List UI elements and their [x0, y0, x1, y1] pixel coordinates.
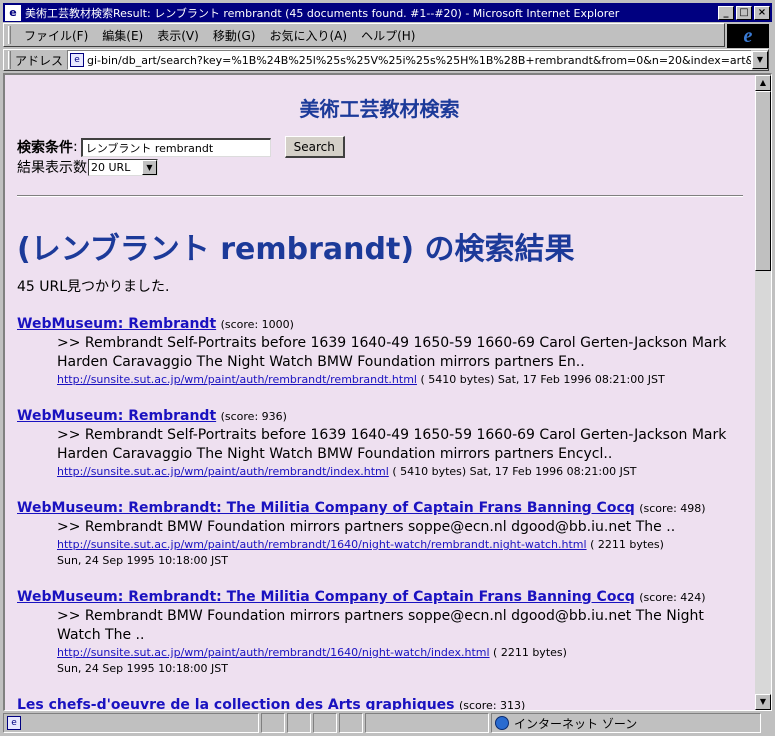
window-title: 美術工芸教材検索Result: レンブラント rembrandt (45 doc…: [25, 6, 620, 20]
page-body: 美術工芸教材検索 検索条件: Search 結果表示数 20 URL ▼ (レン…: [5, 75, 754, 710]
globe-icon: [495, 716, 509, 730]
menu-file[interactable]: ファイル(F): [17, 25, 95, 46]
ie-throbber-logo: e: [727, 24, 769, 48]
result-item: Les chefs-d'oeuvre de la collection des …: [17, 697, 742, 710]
result-title-link[interactable]: WebMuseum: Rembrandt: [17, 408, 216, 424]
result-url-link[interactable]: http://sunsite.sut.ac.jp/wm/paint/auth/r…: [57, 465, 389, 478]
result-date: Sun, 24 Sep 1995 10:18:00 JST: [57, 554, 228, 567]
result-item: WebMuseum: Rembrandt (score: 1000) >> Re…: [17, 316, 742, 388]
result-date: Sun, 24 Sep 1995 10:18:00 JST: [57, 662, 228, 675]
site-title: 美術工芸教材検索: [299, 97, 460, 121]
search-form: 検索条件: Search: [17, 136, 742, 158]
result-score: (score: 498): [639, 502, 706, 515]
result-title-link[interactable]: WebMuseum: Rembrandt: [17, 316, 216, 332]
divider: [17, 195, 743, 197]
result-url-link[interactable]: http://sunsite.sut.ac.jp/wm/paint/auth/r…: [57, 646, 490, 659]
page-icon: e: [70, 53, 85, 67]
result-score: (score: 936): [220, 410, 287, 423]
result-snippet: >> Rembrandt Self-Portraits before 1639 …: [57, 335, 727, 370]
address-dropdown-button[interactable]: ▼: [752, 51, 768, 69]
menu-edit[interactable]: 編集(E): [95, 25, 150, 46]
search-label: 検索条件: [17, 140, 73, 156]
result-score: (score: 313): [458, 699, 526, 710]
maximize-button[interactable]: □: [736, 5, 752, 20]
result-url-link[interactable]: http://sunsite.sut.ac.jp/wm/paint/auth/r…: [57, 373, 417, 386]
result-item: WebMuseum: Rembrandt (score: 936) >> Rem…: [17, 408, 742, 480]
status-main: e: [3, 713, 259, 733]
display-count-row: 結果表示数 20 URL ▼: [17, 158, 742, 176]
result-snippet: >> Rembrandt BMW Foundation mirrors part…: [57, 608, 704, 643]
address-input[interactable]: e gi-bin/db_art/search?key=%1B%24B%25l%2…: [67, 50, 752, 70]
title-bar: e 美術工芸教材検索Result: レンブラント rembrandt (45 d…: [3, 3, 772, 22]
address-grip[interactable]: [8, 51, 11, 69]
scroll-thumb[interactable]: [755, 91, 771, 271]
result-score: (score: 1000): [220, 318, 294, 331]
result-title-link[interactable]: WebMuseum: Rembrandt: The Militia Compan…: [17, 589, 635, 605]
scroll-up-button[interactable]: ▲: [755, 75, 771, 91]
search-button[interactable]: Search: [284, 136, 345, 158]
result-item: WebMuseum: Rembrandt: The Militia Compan…: [17, 589, 742, 677]
content-viewport: 美術工芸教材検索 検索条件: Search 結果表示数 20 URL ▼ (レン…: [3, 73, 772, 711]
status-cell: [287, 713, 311, 733]
result-meta: ( 2211 bytes): [590, 538, 664, 551]
result-meta: ( 5410 bytes) Sat, 17 Feb 1996 08:21:00 …: [420, 373, 665, 386]
menu-view[interactable]: 表示(V): [150, 25, 206, 46]
menu-go[interactable]: 移動(G): [206, 25, 263, 46]
result-count: 45 URL見つかりました.: [17, 279, 170, 295]
result-meta: ( 2211 bytes): [493, 646, 567, 659]
display-count-label: 結果表示数: [17, 160, 87, 176]
page-status-icon: e: [7, 716, 21, 730]
result-title-link[interactable]: Les chefs-d'oeuvre de la collection des …: [17, 697, 455, 710]
status-zone: インターネット ゾーン: [491, 713, 761, 733]
status-cell: [365, 713, 489, 733]
status-cell: [339, 713, 363, 733]
search-input[interactable]: [80, 137, 271, 157]
results-heading: (レンブラント rembrandt) の検索結果: [17, 232, 575, 267]
vertical-scrollbar[interactable]: ▲ ▼: [755, 75, 771, 710]
status-cell: [313, 713, 337, 733]
close-button[interactable]: ×: [754, 5, 770, 20]
menu-favorites[interactable]: お気に入り(A): [262, 25, 354, 46]
ie-logo-icon: e: [743, 24, 753, 47]
status-cell: [261, 713, 285, 733]
address-label: アドレス: [15, 53, 64, 68]
menu-help[interactable]: ヘルプ(H): [354, 25, 422, 46]
address-bar: アドレス e gi-bin/db_art/search?key=%1B%24B%…: [3, 49, 769, 71]
result-score: (score: 424): [639, 591, 706, 604]
minimize-button[interactable]: _: [718, 5, 734, 20]
result-meta: ( 5410 bytes) Sat, 17 Feb 1996 08:21:00 …: [392, 465, 637, 478]
menu-grip[interactable]: [8, 26, 11, 44]
search-separator: :: [73, 139, 78, 155]
display-count-select[interactable]: 20 URL ▼: [88, 158, 158, 176]
scroll-down-button[interactable]: ▼: [755, 694, 771, 710]
result-snippet: >> Rembrandt BMW Foundation mirrors part…: [57, 519, 676, 535]
menu-bar: ファイル(F) 編集(E) 表示(V) 移動(G) お気に入り(A) ヘルプ(H…: [3, 23, 725, 47]
result-snippet: >> Rembrandt Self-Portraits before 1639 …: [57, 427, 727, 462]
status-zone-label: インターネット ゾーン: [514, 716, 638, 731]
address-url: gi-bin/db_art/search?key=%1B%24B%25l%25s…: [87, 53, 751, 67]
result-item: WebMuseum: Rembrandt: The Militia Compan…: [17, 500, 742, 569]
result-title-link[interactable]: WebMuseum: Rembrandt: The Militia Compan…: [17, 500, 635, 516]
status-bar: e インターネット ゾーン: [3, 713, 772, 733]
result-url-link[interactable]: http://sunsite.sut.ac.jp/wm/paint/auth/r…: [57, 538, 587, 551]
chevron-down-icon[interactable]: ▼: [142, 159, 157, 175]
display-count-value: 20 URL: [91, 160, 131, 174]
ie-app-icon[interactable]: e: [5, 4, 21, 21]
